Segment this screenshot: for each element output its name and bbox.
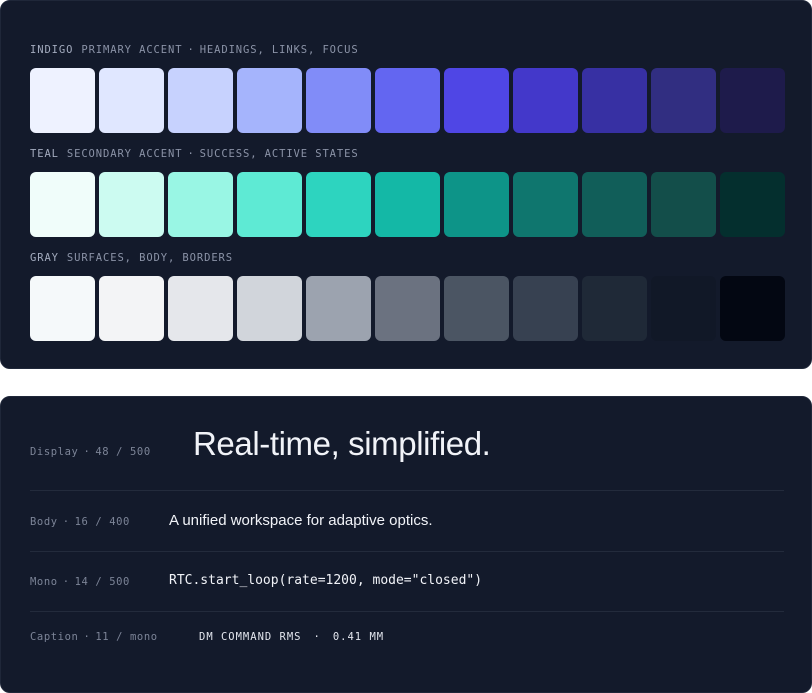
color-swatch xyxy=(375,172,440,237)
body-sample-text: A unified workspace for adaptive optics. xyxy=(169,512,433,529)
color-swatch xyxy=(513,68,578,133)
color-swatch xyxy=(99,68,164,133)
color-swatch xyxy=(651,68,716,133)
typography-card: Display · 48 / 500 Real-time, simplified. … xyxy=(0,396,812,693)
color-swatch xyxy=(30,276,95,341)
color-swatch xyxy=(99,276,164,341)
color-swatch xyxy=(444,68,509,133)
type-row-body: Body · 16 / 400 A unified workspace for ad… xyxy=(30,490,784,552)
color-swatch xyxy=(375,68,440,133)
color-swatch xyxy=(444,172,509,237)
color-swatch xyxy=(306,68,371,133)
palette-label-gray: GRAY SURFACES, BODY, BORDERS xyxy=(30,252,233,264)
color-swatch xyxy=(582,68,647,133)
palette-name: INDIGO xyxy=(30,44,74,56)
color-swatch xyxy=(720,68,785,133)
type-spec-caption: Caption · 11 / mono xyxy=(30,631,158,643)
color-swatch xyxy=(375,276,440,341)
type-spec-mono: Mono · 14 / 500 xyxy=(30,576,130,588)
color-swatch xyxy=(30,68,95,133)
palette-label-teal: TEAL SECONDARY ACCENT · SUCCESS, ACTIVE STA… xyxy=(30,148,359,160)
color-swatch xyxy=(99,172,164,237)
type-row-caption: Caption · 11 / mono DM COMMAND RMS · 0.41 MM xyxy=(30,611,784,672)
color-swatch xyxy=(651,172,716,237)
separator-dot: · xyxy=(187,44,195,56)
color-swatch xyxy=(651,276,716,341)
color-swatch xyxy=(237,172,302,237)
color-swatch xyxy=(168,276,233,341)
color-swatch xyxy=(237,68,302,133)
color-swatch xyxy=(582,276,647,341)
color-swatch xyxy=(720,172,785,237)
color-swatch xyxy=(30,172,95,237)
color-swatch xyxy=(237,276,302,341)
color-swatch xyxy=(513,172,578,237)
type-spec-body: Body · 16 / 400 xyxy=(30,516,130,528)
separator-dot: · xyxy=(313,631,321,643)
type-row-display: Display · 48 / 500 Real-time, simplified. xyxy=(30,397,784,490)
caption-sample-value: 0.41 MM xyxy=(332,631,385,643)
palette-role: SECONDARY ACCENT xyxy=(66,148,183,160)
caption-sample-label: DM COMMAND RMS xyxy=(199,631,302,643)
separator-dot: · xyxy=(187,148,195,160)
color-swatch xyxy=(306,276,371,341)
color-swatch xyxy=(306,172,371,237)
caption-sample-text: DM COMMAND RMS · 0.41 MM xyxy=(199,631,384,643)
palette-usage: HEADINGS, LINKS, FOCUS xyxy=(199,44,359,56)
palette-usage: SURFACES, BODY, BORDERS xyxy=(66,252,233,264)
color-swatch xyxy=(513,276,578,341)
color-swatch xyxy=(168,172,233,237)
mono-sample-text: RTC.start_loop(rate=1200, mode="closed") xyxy=(169,573,483,588)
palette-name: GRAY xyxy=(30,252,59,264)
type-row-mono: Mono · 14 / 500 RTC.start_loop(rate=1200, … xyxy=(30,551,784,612)
palette-role: PRIMARY ACCENT xyxy=(81,44,183,56)
palette-label-indigo: INDIGO PRIMARY ACCENT · HEADINGS, LINKS, FO… xyxy=(30,44,359,56)
color-swatch xyxy=(720,276,785,341)
color-palette-card: INDIGO PRIMARY ACCENT · HEADINGS, LINKS, FO… xyxy=(0,0,812,369)
color-swatch xyxy=(444,276,509,341)
color-swatch xyxy=(168,68,233,133)
color-swatch xyxy=(582,172,647,237)
palette-name: TEAL xyxy=(30,148,59,160)
palette-usage: SUCCESS, ACTIVE STATES xyxy=(199,148,359,160)
display-sample-text: Real-time, simplified. xyxy=(193,425,491,462)
type-spec-display: Display · 48 / 500 xyxy=(30,446,151,458)
